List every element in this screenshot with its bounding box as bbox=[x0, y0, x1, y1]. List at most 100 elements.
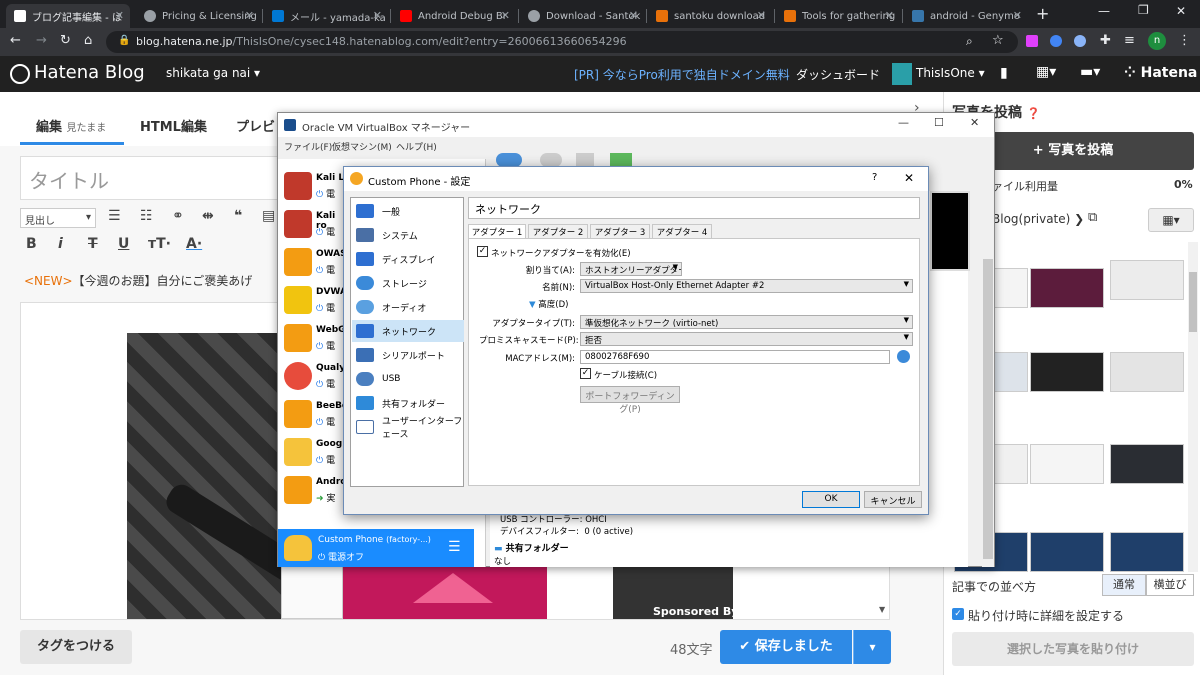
tab-adapter-4[interactable]: アダプター 4 bbox=[652, 224, 712, 239]
menu-help[interactable]: ヘルプ(H) bbox=[396, 140, 437, 153]
menu-file[interactable]: ファイル(F) bbox=[284, 140, 332, 153]
mac-address-field[interactable]: 08002768F690 bbox=[580, 350, 890, 364]
title-input[interactable]: タイトル bbox=[20, 156, 280, 200]
tab-genymotion[interactable]: android - Genymo ✕ bbox=[904, 4, 1028, 28]
notification-icon[interactable]: ▬▾ bbox=[1080, 64, 1100, 80]
heading-select[interactable]: 見出し ▾ bbox=[20, 208, 96, 228]
vm-menu-icon[interactable]: ☰ bbox=[448, 539, 461, 555]
category-network[interactable]: ネットワーク bbox=[352, 320, 464, 342]
numbered-list-icon[interactable]: ☷ bbox=[140, 208, 153, 224]
close-icon[interactable]: ✕ bbox=[904, 171, 914, 185]
vm-item[interactable]: WebG ⏻ 電 bbox=[278, 319, 348, 357]
close-icon[interactable]: ✕ bbox=[115, 9, 124, 22]
extension-icon[interactable] bbox=[1026, 35, 1038, 47]
tab-wysiwyg[interactable]: 編集 見たまま bbox=[36, 116, 106, 135]
save-options-chevron-icon[interactable]: ▾ bbox=[853, 630, 891, 664]
discard-icon[interactable] bbox=[540, 153, 562, 167]
tab-santoku-download[interactable]: santoku download ✕ bbox=[648, 4, 772, 28]
new-tab-plus-icon[interactable]: + bbox=[1036, 4, 1049, 23]
tab-mail[interactable]: メール - yamada-ka ✕ bbox=[264, 4, 388, 28]
add-tag-button[interactable]: タグをつける bbox=[20, 630, 132, 664]
category-system[interactable]: システム bbox=[352, 224, 464, 246]
detail-checkbox[interactable]: ✓ bbox=[952, 608, 964, 620]
menu-dots-icon[interactable]: ⋮ bbox=[1178, 33, 1191, 48]
tab-pricing[interactable]: Pricing & Licensing ✕ bbox=[136, 4, 260, 28]
reload-icon[interactable]: ↻ bbox=[60, 34, 71, 48]
hatena-blog-logo[interactable]: Hatena Blog bbox=[34, 62, 145, 83]
maximize-icon[interactable]: ☐ bbox=[934, 116, 944, 129]
photo-thumbnail[interactable] bbox=[1110, 532, 1184, 572]
port-forwarding-button[interactable]: ポートフォワーディング(P) bbox=[580, 386, 680, 415]
vm-item[interactable]: DVWA ⏻ 電 bbox=[278, 281, 348, 319]
photo-thumbnail[interactable] bbox=[1030, 532, 1104, 572]
tab-download-santoku[interactable]: Download - Santok ✕ bbox=[520, 4, 644, 28]
album-select[interactable]: Blog(private) ❯ bbox=[992, 212, 1084, 226]
order-horizontal-button[interactable]: 横並び bbox=[1146, 574, 1194, 596]
cable-connected-checkbox[interactable]: ✓ bbox=[580, 368, 591, 379]
vm-item[interactable]: Google ⏻ 電 bbox=[278, 433, 351, 471]
reading-list-icon[interactable]: ≡ bbox=[1124, 33, 1135, 48]
bold-icon[interactable]: B bbox=[26, 236, 37, 252]
weekly-topic-notice[interactable]: <NEW>【今週のお題】自分にご褒美あげ bbox=[24, 272, 252, 289]
window-close-icon[interactable]: ✕ bbox=[970, 116, 979, 129]
close-icon[interactable]: ✕ bbox=[245, 9, 254, 22]
bullet-list-icon[interactable]: ☰ bbox=[108, 208, 121, 224]
category-usb[interactable]: USB bbox=[352, 368, 464, 390]
photo-thumbnail[interactable] bbox=[1030, 444, 1104, 484]
underline-icon[interactable]: U bbox=[118, 236, 129, 252]
vm-item[interactable]: BeeBo ⏻ 電 bbox=[278, 395, 348, 433]
tab-android-debug[interactable]: Android Debug Br ✕ bbox=[392, 4, 516, 28]
bookmark-icon[interactable]: ▮ bbox=[1000, 65, 1008, 81]
promiscuous-mode-select[interactable]: 拒否 ▼ bbox=[580, 332, 913, 346]
start-arrow-icon[interactable] bbox=[610, 153, 632, 167]
minimize-icon[interactable]: — bbox=[1098, 4, 1110, 18]
photo-thumbnail[interactable] bbox=[1030, 352, 1104, 392]
vm-item[interactable]: OWAS ⏻ 電 bbox=[278, 243, 348, 281]
forward-arrow-icon[interactable]: → bbox=[36, 34, 47, 48]
vm-item[interactable]: Kali ro ⏻ 電 bbox=[278, 205, 348, 243]
dashboard-link[interactable]: ダッシュボード bbox=[796, 66, 880, 83]
font-color-icon[interactable]: A· bbox=[186, 236, 202, 252]
puzzle-icon[interactable]: ✚ bbox=[1100, 33, 1111, 48]
category-serial-port[interactable]: シリアルポート bbox=[352, 344, 464, 366]
show-icon[interactable] bbox=[576, 153, 594, 167]
pro-promo-link[interactable]: [PR] 今ならPro利用で独自ドメイン無料 bbox=[574, 66, 790, 83]
view-grid-icon[interactable]: ▦▾ bbox=[1148, 208, 1194, 232]
window-close-icon[interactable]: ✕ bbox=[1176, 4, 1186, 18]
close-icon[interactable]: ✕ bbox=[373, 9, 382, 22]
hatena-brand[interactable]: ⁘ Hatena bbox=[1124, 65, 1197, 81]
extension-icon[interactable] bbox=[1050, 35, 1062, 47]
ok-button[interactable]: OK bbox=[802, 491, 860, 508]
vm-item[interactable]: Qualys ⏻ 電 bbox=[278, 357, 350, 395]
tab-html-edit[interactable]: HTML編集 bbox=[140, 116, 207, 135]
shared-folder-section[interactable]: ▬ 共有フォルダー bbox=[494, 541, 569, 554]
order-normal-button[interactable]: 通常 bbox=[1102, 574, 1146, 596]
category-storage[interactable]: ストレージ bbox=[352, 272, 464, 294]
extension-icon[interactable] bbox=[1074, 35, 1086, 47]
scrollbar[interactable] bbox=[1188, 242, 1198, 572]
attach-select[interactable]: ホストオンリーアダプター ▼ bbox=[580, 262, 682, 276]
link-icon[interactable]: ⚭ bbox=[172, 208, 184, 224]
category-audio[interactable]: オーディオ bbox=[352, 296, 464, 318]
scroll-down-arrow-icon[interactable]: ▼ bbox=[879, 605, 885, 614]
photo-thumbnail[interactable] bbox=[1110, 260, 1184, 300]
minimize-icon[interactable]: — bbox=[898, 116, 909, 129]
close-icon[interactable]: ✕ bbox=[757, 9, 766, 22]
adapter-name-select[interactable]: VirtualBox Host-Only Ethernet Adapter #2… bbox=[580, 279, 913, 293]
scrollbar-thumb[interactable] bbox=[1189, 272, 1197, 332]
scrollbar-thumb[interactable] bbox=[983, 259, 993, 559]
advanced-toggle[interactable]: ▼ 高度(D) bbox=[529, 298, 568, 310]
tab-adapter-2[interactable]: アダプター 2 bbox=[528, 224, 588, 239]
apps-grid-icon[interactable]: ▦▾ bbox=[1036, 64, 1056, 80]
back-arrow-icon[interactable]: ← bbox=[10, 34, 21, 48]
scrollbar[interactable] bbox=[982, 159, 994, 567]
category-display[interactable]: ディスプレイ bbox=[352, 248, 464, 270]
vm-item[interactable]: Kali Li ⏻ 電 bbox=[278, 167, 348, 205]
user-menu[interactable]: ThisIsOne ▾ bbox=[916, 66, 985, 80]
restore-icon[interactable]: ❐ bbox=[1138, 3, 1149, 17]
category-shared-folders[interactable]: 共有フォルダー bbox=[352, 392, 464, 414]
save-button[interactable]: ✔ 保存しました bbox=[720, 630, 852, 664]
vm-item[interactable]: Androi ➜ 実 bbox=[278, 471, 350, 509]
menu-machine[interactable]: 仮想マシン(M) bbox=[332, 140, 392, 153]
close-icon[interactable]: ✕ bbox=[1013, 9, 1022, 22]
